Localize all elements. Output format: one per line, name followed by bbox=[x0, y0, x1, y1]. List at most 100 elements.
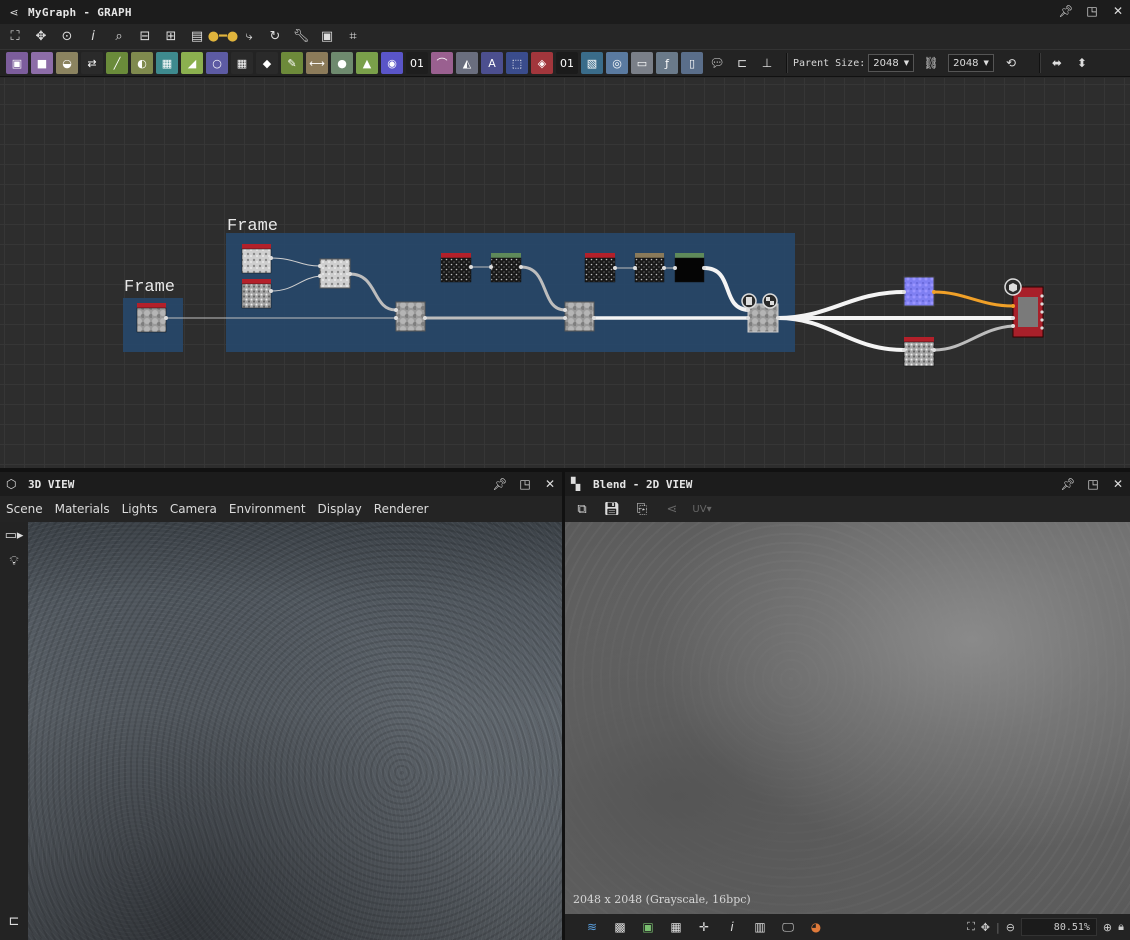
node-normal[interactable] bbox=[902, 276, 936, 307]
align-icon[interactable]: ⊟ bbox=[134, 26, 156, 48]
menu-lights[interactable]: Lights bbox=[122, 502, 158, 516]
node-noise-dark-2[interactable] bbox=[584, 253, 617, 283]
link-icon[interactable]: ⛓ bbox=[920, 52, 942, 74]
camera-icon[interactable]: ▭▸ bbox=[0, 522, 28, 548]
menu-materials[interactable]: Materials bbox=[55, 502, 110, 516]
pin-icon[interactable]: 📌︎ bbox=[492, 475, 508, 493]
graph-canvas[interactable]: Frame Frame bbox=[0, 78, 1130, 468]
curve-node-icon[interactable]: ╱ bbox=[106, 52, 128, 74]
sphere-node-icon[interactable]: ● bbox=[331, 52, 353, 74]
node-blend-2[interactable] bbox=[394, 301, 427, 332]
center-icon[interactable]: ✥ bbox=[30, 26, 52, 48]
gradient-node-icon[interactable]: ◢ bbox=[181, 52, 203, 74]
gradient-map-node-icon[interactable]: ⟷ bbox=[306, 52, 328, 74]
paint-node-icon[interactable]: ✎ bbox=[281, 52, 303, 74]
parent-height-select[interactable]: 2048 ▼ bbox=[948, 54, 994, 72]
info-icon[interactable]: i bbox=[723, 918, 741, 936]
color-wheel-icon[interactable]: ◕ bbox=[807, 918, 825, 936]
pan-icon[interactable]: ✥ bbox=[981, 921, 990, 934]
connector-icon[interactable]: ●━● bbox=[208, 26, 239, 48]
warp-node-icon[interactable]: ▦ bbox=[156, 52, 178, 74]
close-icon[interactable]: ✕ bbox=[1110, 2, 1126, 20]
tiling-icon[interactable]: ▦ bbox=[667, 918, 685, 936]
link[interactable] bbox=[933, 290, 1014, 308]
node-blend-1[interactable] bbox=[318, 258, 352, 289]
node-levels-2[interactable] bbox=[673, 253, 706, 283]
cycle-icon[interactable]: ↻ bbox=[264, 26, 286, 48]
view3d-viewport[interactable] bbox=[28, 522, 562, 940]
parent-width-select[interactable]: 2048 ▼ bbox=[868, 54, 915, 72]
histogram-node-icon[interactable]: ▲ bbox=[356, 52, 378, 74]
zoom-in-icon[interactable]: ⊕ bbox=[1103, 921, 1112, 934]
comment-icon[interactable]: 💬︎ bbox=[706, 52, 728, 74]
mirror-node-icon[interactable]: ◭ bbox=[456, 52, 478, 74]
hsl-node-icon[interactable]: ◉ bbox=[381, 52, 403, 74]
hierarchy-icon[interactable]: ⊞ bbox=[160, 26, 182, 48]
value-node-icon[interactable]: 01 bbox=[556, 52, 578, 74]
node-material-output[interactable] bbox=[1004, 278, 1044, 338]
link[interactable] bbox=[933, 324, 1014, 352]
node-blend-3[interactable] bbox=[563, 301, 596, 332]
zoom-out-icon[interactable]: ⊖ bbox=[1006, 921, 1015, 934]
maximize-icon[interactable]: ◳ bbox=[1085, 475, 1101, 493]
menu-environment[interactable]: Environment bbox=[229, 502, 306, 516]
port-collapse-icon[interactable]: ⬌ bbox=[1046, 52, 1068, 74]
function-node-icon[interactable]: ƒ bbox=[656, 52, 678, 74]
pixel-picker-icon[interactable]: ✛ bbox=[695, 918, 713, 936]
export-icon[interactable]: ⧉ bbox=[571, 498, 593, 520]
port-expand-icon[interactable]: ⬍ bbox=[1071, 52, 1093, 74]
emboss-node-icon[interactable]: ◆ bbox=[256, 52, 278, 74]
layers-icon[interactable]: ▤ bbox=[186, 26, 208, 48]
menu-scene[interactable]: Scene bbox=[6, 502, 43, 516]
node-gradient-map[interactable] bbox=[633, 253, 666, 283]
blend-node-icon[interactable]: ◐ bbox=[131, 52, 153, 74]
output-node-icon[interactable]: ▭ bbox=[631, 52, 653, 74]
noise-node-icon[interactable]: 01 bbox=[406, 52, 428, 74]
light-bulb-icon[interactable]: 💡︎ bbox=[0, 548, 28, 574]
node-ao[interactable] bbox=[902, 337, 936, 367]
bitmap-node-icon[interactable]: ▣ bbox=[6, 52, 28, 74]
reset-icon[interactable]: ⟲ bbox=[1000, 52, 1022, 74]
close-icon[interactable]: ✕ bbox=[542, 475, 558, 493]
reroute-icon[interactable]: ⤷ bbox=[238, 26, 260, 48]
pin-icon[interactable]: 📌︎ bbox=[1058, 2, 1074, 20]
search-icon[interactable]: ⌕ bbox=[108, 26, 130, 48]
lock-icon[interactable]: 🔒︎ bbox=[1118, 920, 1124, 934]
node-input-bitmap[interactable] bbox=[136, 303, 168, 333]
normal-node-icon[interactable]: ◎ bbox=[606, 52, 628, 74]
histogram-icon[interactable]: ▥ bbox=[751, 918, 769, 936]
transparency-icon[interactable]: ▩ bbox=[611, 918, 629, 936]
frame-all-icon[interactable]: ⛶ bbox=[4, 26, 26, 48]
node-noise-dark-1[interactable] bbox=[440, 253, 473, 283]
pin-icon[interactable]: 📌︎ bbox=[1060, 475, 1076, 493]
save-icon[interactable]: 💾︎ bbox=[601, 498, 623, 520]
tile-sampler-node-icon[interactable]: ▦ bbox=[231, 52, 253, 74]
maximize-icon[interactable]: ◳ bbox=[517, 475, 533, 493]
layers-icon[interactable]: ≋ bbox=[583, 918, 601, 936]
preview-icon[interactable]: ▣ bbox=[316, 26, 338, 48]
transform-node-icon[interactable]: ○ bbox=[206, 52, 228, 74]
snapshot-icon[interactable]: ⊙ bbox=[56, 26, 78, 48]
shuffle-node-icon[interactable]: ⇄ bbox=[81, 52, 103, 74]
text-node-icon[interactable]: A bbox=[481, 52, 503, 74]
frame-main[interactable]: Frame bbox=[226, 217, 795, 352]
node-levels-1[interactable] bbox=[489, 253, 523, 283]
zoom-value[interactable]: 80.51% bbox=[1020, 918, 1097, 936]
levels-node-icon[interactable]: ◒ bbox=[56, 52, 78, 74]
menu-camera[interactable]: Camera bbox=[170, 502, 217, 516]
scene-tree-icon[interactable]: ⊏ bbox=[0, 908, 28, 934]
info-icon[interactable]: i bbox=[82, 26, 104, 48]
display-icon[interactable]: 🖵︎ bbox=[779, 918, 797, 936]
select-node-icon[interactable]: ⬚ bbox=[506, 52, 528, 74]
copy-icon[interactable]: ⎘ bbox=[631, 498, 653, 520]
input-node-icon[interactable]: ▯ bbox=[681, 52, 703, 74]
crop-icon[interactable]: ⌗ bbox=[342, 26, 364, 48]
distance-node-icon[interactable]: ▧ bbox=[581, 52, 603, 74]
fill-node-icon[interactable]: ◈ bbox=[531, 52, 553, 74]
node-noise-2[interactable] bbox=[241, 279, 273, 309]
view2d-viewport[interactable]: 2048 x 2048 (Grayscale, 16bpc) bbox=[565, 522, 1130, 914]
fit-icon[interactable]: ⛶ bbox=[967, 920, 975, 934]
color-channels-icon[interactable]: ▣ bbox=[639, 918, 657, 936]
close-icon[interactable]: ✕ bbox=[1110, 475, 1126, 493]
spline-node-icon[interactable]: ⌒ bbox=[431, 52, 453, 74]
